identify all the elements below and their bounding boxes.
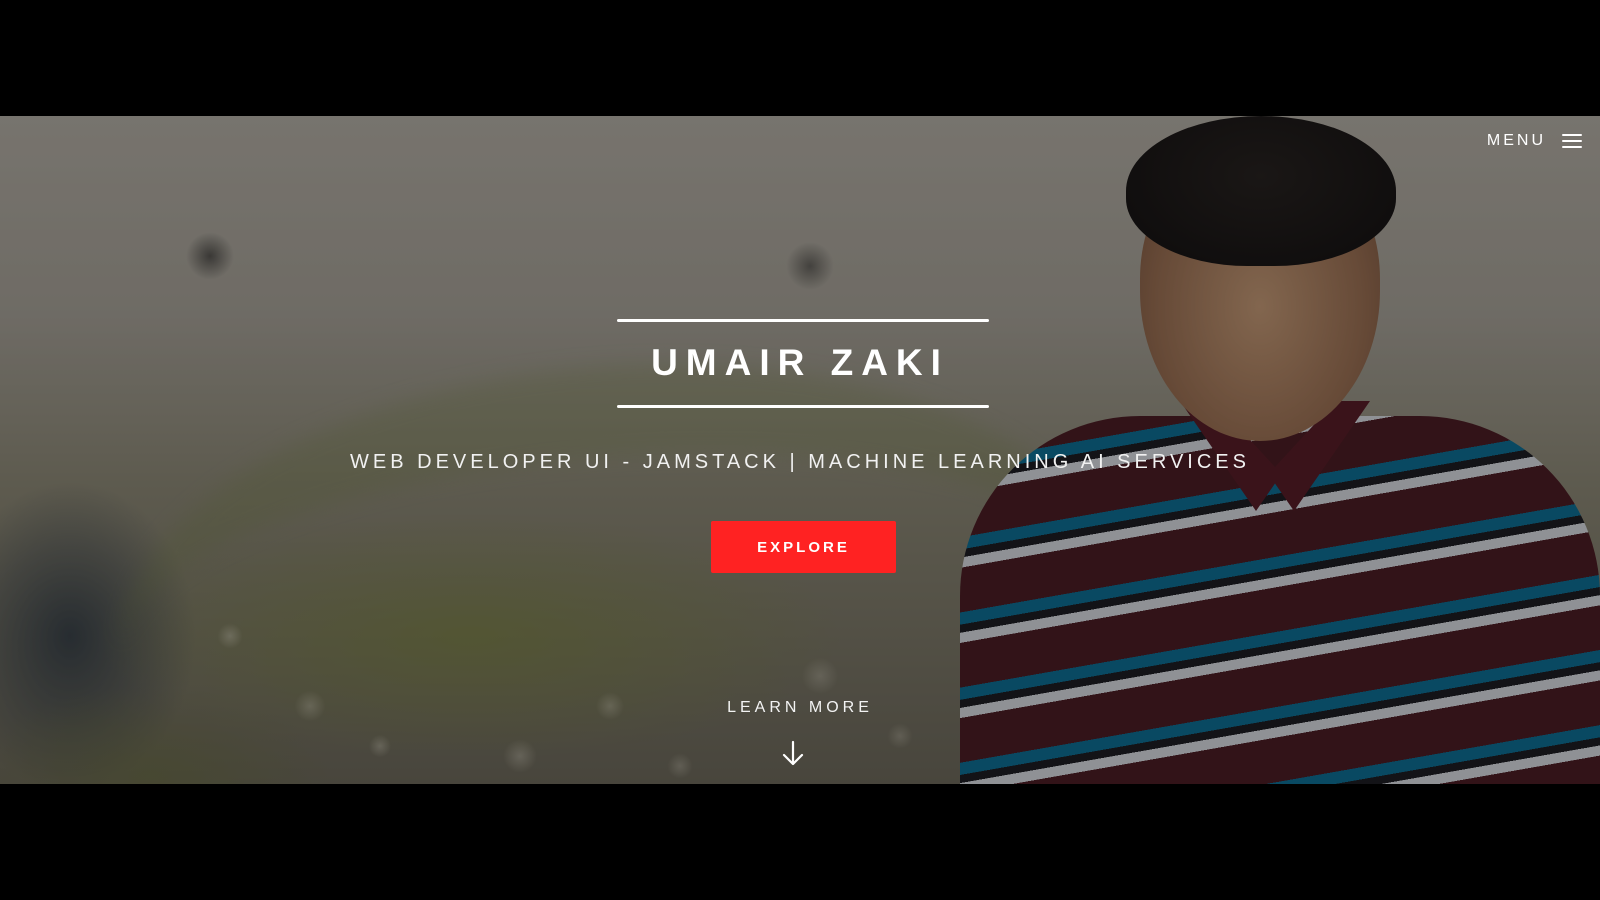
arrow-down-icon[interactable] (781, 740, 805, 768)
title-bottom-rule (617, 405, 989, 408)
tagline: WEB DEVELOPER UI - JAMSTACK | MACHINE LE… (350, 451, 1250, 473)
page-frame: MENU UMAIR ZAKI WEB DEVELOPER UI - JAMST… (0, 0, 1600, 900)
explore-button[interactable]: EXPLORE (711, 521, 896, 573)
page-title: UMAIR ZAKI (651, 342, 949, 383)
learn-more-link[interactable]: LEARN MORE (0, 699, 1600, 717)
hero-section: MENU UMAIR ZAKI WEB DEVELOPER UI - JAMST… (0, 116, 1600, 784)
hero-content: UMAIR ZAKI WEB DEVELOPER UI - JAMSTACK |… (0, 116, 1600, 784)
title-top-rule (617, 319, 989, 322)
